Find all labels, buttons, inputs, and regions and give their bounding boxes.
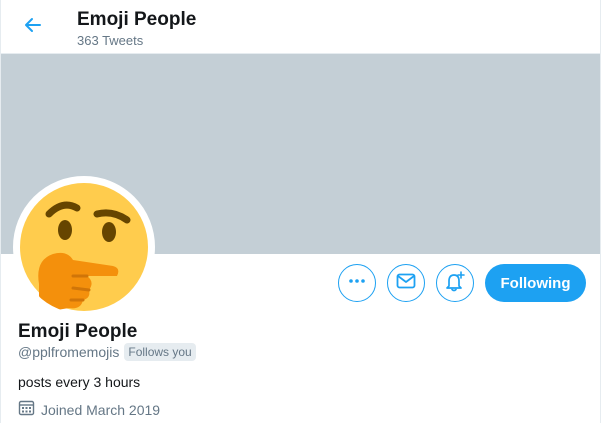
top-bar: Emoji People 363 Tweets: [1, 0, 600, 54]
avatar[interactable]: [13, 176, 155, 318]
bell-plus-icon: [444, 270, 466, 297]
handle-row: @pplfromemojis Follows you: [18, 343, 196, 361]
joined-date: Joined March 2019: [18, 399, 161, 421]
following-button[interactable]: Following: [485, 264, 586, 302]
more-button[interactable]: [338, 264, 376, 302]
profile-name: Emoji People: [18, 321, 138, 342]
notifications-button[interactable]: [436, 264, 474, 302]
more-icon: [348, 272, 366, 295]
back-button[interactable]: [17, 11, 49, 43]
mail-icon: [396, 272, 416, 295]
profile-bio: posts every 3 hours: [18, 374, 141, 390]
follows-you-badge: Follows you: [124, 343, 196, 361]
joined-label: Joined March 2019: [41, 402, 161, 418]
arrow-left-icon: [23, 15, 43, 40]
calendar-icon: [18, 399, 35, 421]
message-button[interactable]: [387, 264, 425, 302]
profile-handle: @pplfromemojis: [18, 344, 120, 360]
thinking-face-icon: [17, 180, 151, 314]
profile-page: Emoji People 363 Tweets Following Emoji …: [0, 0, 601, 423]
tweet-count: 363 Tweets: [77, 33, 144, 48]
header-title: Emoji People: [77, 9, 197, 30]
